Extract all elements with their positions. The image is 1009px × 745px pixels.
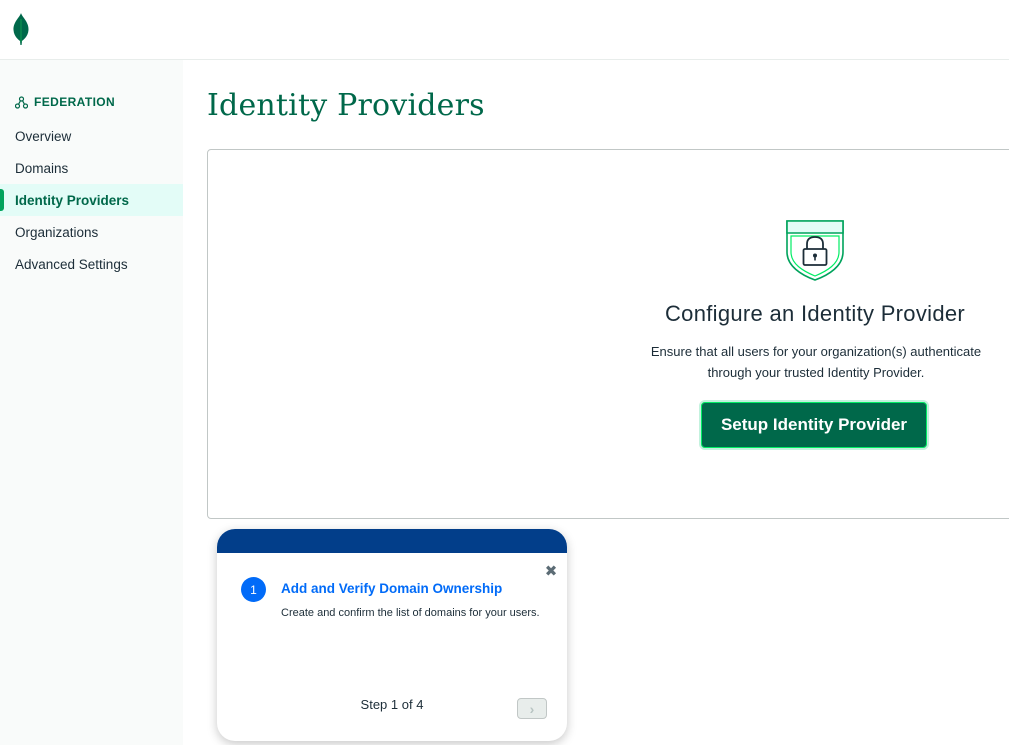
next-step-button[interactable]: › <box>517 698 547 719</box>
guide-cue-header <box>217 529 567 553</box>
guide-cue-description: Create and confirm the list of domains f… <box>281 607 540 619</box>
step-number-badge: 1 <box>241 577 266 602</box>
empty-state-description: Ensure that all users for your organizat… <box>630 341 1002 383</box>
page-title: Identity Providers <box>207 88 485 123</box>
guide-cue-title: Add and Verify Domain Ownership <box>281 581 503 596</box>
sidebar-item-advanced-settings[interactable]: Advanced Settings <box>0 248 183 280</box>
sidebar-section-header: FEDERATION <box>15 95 115 109</box>
sidebar-item-organizations[interactable]: Organizations <box>0 216 183 248</box>
guide-cue-popover: ✖ 1 Add and Verify Domain Ownership Crea… <box>217 529 567 741</box>
empty-state-card: Configure an Identity Provider Ensure th… <box>207 149 1009 519</box>
step-counter: Step 1 of 4 <box>360 697 424 712</box>
empty-state-heading: Configure an Identity Provider <box>664 301 966 326</box>
sidebar-item-identity-providers[interactable]: Identity Providers <box>0 184 183 216</box>
sidebar-item-domains[interactable]: Domains <box>0 152 183 184</box>
mongodb-leaf-icon[interactable] <box>12 13 30 45</box>
federation-nodes-icon <box>15 95 28 109</box>
chevron-right-icon: › <box>529 700 535 717</box>
shield-lock-icon <box>786 220 844 281</box>
sidebar-item-overview[interactable]: Overview <box>0 120 183 152</box>
close-icon[interactable]: ✖ <box>542 562 560 580</box>
top-navigation-bar <box>0 0 1009 60</box>
sidebar: FEDERATION Overview Domains Identity Pro… <box>0 60 183 745</box>
empty-state-description-line-2: through your trusted Identity Provider. <box>707 365 925 380</box>
empty-state-description-line-1: Ensure that all users for your organizat… <box>650 344 982 359</box>
sidebar-section-title: FEDERATION <box>34 95 116 109</box>
setup-identity-provider-button[interactable]: Setup Identity Provider <box>699 400 929 450</box>
